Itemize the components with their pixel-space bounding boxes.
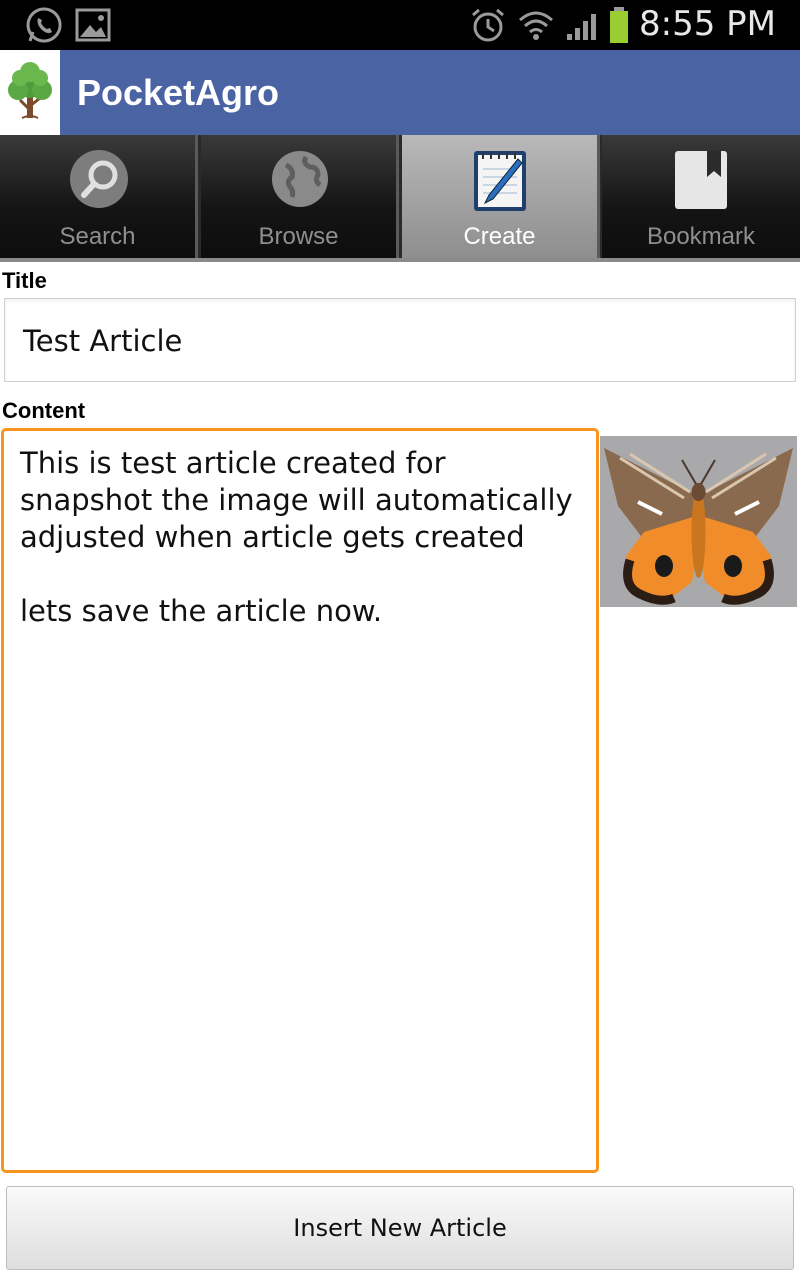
globe-icon bbox=[272, 151, 328, 207]
bookmark-icon bbox=[675, 151, 727, 209]
signal-icon bbox=[567, 14, 596, 40]
insert-new-article-button[interactable]: Insert New Article bbox=[6, 1186, 794, 1270]
tab-bookmark[interactable]: Bookmark bbox=[602, 135, 800, 258]
tab-label: Search bbox=[59, 223, 136, 250]
title-input[interactable]: Test Article bbox=[4, 298, 796, 382]
tab-browse[interactable]: Browse bbox=[201, 135, 399, 258]
gallery-icon bbox=[75, 8, 111, 42]
article-image[interactable] bbox=[600, 436, 797, 607]
tab-label: Bookmark bbox=[646, 223, 756, 250]
tree-logo-icon bbox=[8, 62, 52, 119]
notepad-pen-icon bbox=[474, 151, 526, 211]
search-magnifier-icon bbox=[70, 150, 128, 208]
tab-search[interactable]: Search bbox=[0, 135, 198, 258]
app-logo bbox=[0, 50, 60, 135]
wifi-icon bbox=[519, 11, 553, 40]
title-label: Title bbox=[2, 268, 47, 293]
whatsapp-icon bbox=[26, 7, 62, 43]
app-title: PocketAgro bbox=[77, 72, 280, 113]
status-time: 8:55 PM bbox=[639, 4, 776, 44]
tab-bar: Search Browse Create Bookmark bbox=[0, 135, 800, 262]
tab-create[interactable]: Create bbox=[402, 135, 600, 258]
alarm-icon bbox=[472, 8, 504, 42]
status-bar: 8:55 PM bbox=[0, 0, 800, 50]
content-textarea[interactable]: This is test article created for snapsho… bbox=[1, 428, 599, 1173]
content-label: Content bbox=[2, 398, 86, 423]
app-header: PocketAgro bbox=[0, 50, 800, 135]
tab-label: Browse bbox=[258, 223, 339, 250]
tab-label: Create bbox=[463, 223, 536, 250]
battery-icon bbox=[610, 7, 628, 43]
